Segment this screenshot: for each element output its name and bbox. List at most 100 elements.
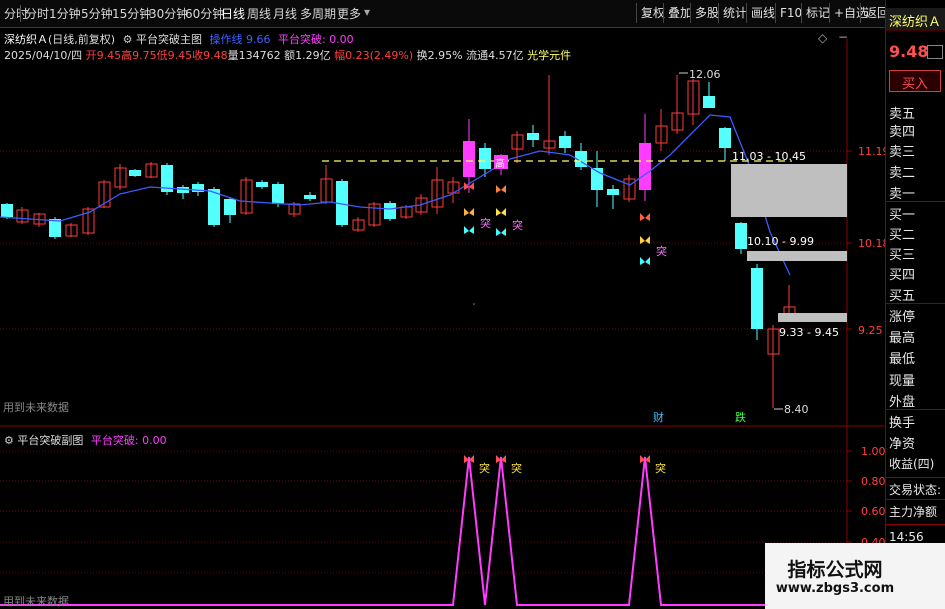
- buy-button[interactable]: 买入: [889, 70, 941, 92]
- tab-1min-label[interactable]: 1分钟: [49, 5, 81, 22]
- tab-30min[interactable]: 30分钟: [149, 5, 188, 22]
- future-data-note: 用到未来数据: [3, 595, 69, 608]
- tab-more[interactable]: 更多: [337, 5, 361, 22]
- side-row-low: 最低: [889, 352, 916, 367]
- side-time: 14:56: [889, 530, 924, 544]
- quote-date: 2025/04/10/四: [4, 49, 83, 62]
- candle-body: [304, 195, 316, 199]
- change-value: 0.23(2.49%): [345, 49, 414, 62]
- trigger-line-label: 操作线: [209, 33, 243, 46]
- y-tick-label: 9.25: [858, 324, 883, 337]
- candlestick-chart[interactable]: 11.19 10.18 9.25 11.03 - 10.45 10.10 - 9.99 9…: [0, 27, 885, 427]
- side-price: 9.48: [889, 42, 929, 61]
- low-price-label: 8.40: [784, 403, 809, 416]
- candle-body: [751, 268, 763, 329]
- candle-body: [639, 143, 651, 190]
- sub-signal-label: 突: [479, 461, 490, 475]
- side-divider: [886, 201, 945, 202]
- tab-monthly[interactable]: 月线: [273, 5, 297, 22]
- indicator-name[interactable]: 平台突破主图: [136, 33, 202, 46]
- high-price-label: 12.06: [689, 68, 721, 81]
- butterfly-signal-icon: [464, 208, 474, 216]
- tab-5min[interactable]: 5分钟: [81, 5, 113, 22]
- watermark-title: 指标公式网: [787, 559, 883, 581]
- side-row-earnings: 收益(四): [889, 457, 935, 471]
- zone-middle-label: 10.10 - 9.99: [747, 235, 814, 248]
- candle-body: [384, 203, 396, 219]
- volume-label: 量: [227, 49, 239, 62]
- sub-y-tick-label: 0.80: [861, 475, 885, 488]
- tab-daily[interactable]: 日线: [221, 5, 245, 22]
- side-row-sell4: 卖四: [889, 125, 916, 140]
- tab-60min[interactable]: 60分钟: [185, 5, 224, 22]
- watermark-badge: 指标公式网 www.zbgs3.com: [765, 543, 945, 609]
- settings-gear-icon[interactable]: ⚙: [123, 33, 133, 46]
- sub-chart-title[interactable]: 平台突破副图: [17, 434, 83, 447]
- side-row-buy1: 买一: [889, 208, 916, 223]
- chevron-down-icon[interactable]: ▾: [364, 5, 370, 19]
- main-chart-panel[interactable]: 11.19 10.18 9.25 11.03 - 10.45 10.10 - 9.99 9…: [0, 27, 885, 427]
- y-tick-label: 10.18: [858, 237, 885, 250]
- side-row-buy4: 买四: [889, 268, 916, 283]
- side-divider: [886, 499, 945, 500]
- side-divider: [886, 477, 945, 478]
- turnover-label: 换: [416, 49, 428, 62]
- tab-1min[interactable]: 分时: [25, 5, 49, 22]
- butterfly-signal-icon: [464, 226, 474, 234]
- finance-marker: 财: [653, 410, 664, 424]
- breakout-signal-line: [0, 456, 847, 606]
- side-row-current-volume: 现量: [889, 374, 916, 389]
- candle-body: [607, 189, 619, 195]
- side-row-sell1: 卖一: [889, 187, 916, 202]
- future-data-note: 用到未来数据: [3, 401, 69, 414]
- amount-label: 额: [284, 49, 296, 62]
- side-row-sell5: 卖五: [889, 107, 916, 122]
- side-divider: [886, 409, 945, 410]
- price-zone-upper: [731, 164, 847, 217]
- candle-body: [703, 96, 715, 108]
- trigger-line-value: 9.66: [245, 33, 271, 46]
- candle-body: [463, 141, 475, 177]
- candle-body: [559, 136, 571, 148]
- butterfly-signal-icon: [640, 213, 650, 221]
- sub-chart-panel[interactable]: 1.000.800.600.400.20突突突 ⚙ 平台突破副图 平台突破: 0…: [0, 427, 885, 609]
- side-row-high: 最高: [889, 331, 916, 346]
- side-divider: [886, 524, 945, 525]
- side-stock-name: 深纺织Ａ: [889, 15, 942, 30]
- quote-side-panel: 深纺织Ａ 9.48 买入 卖五 卖四 卖三 卖二 卖一 买一 买二 买三 买四 …: [885, 0, 945, 609]
- high-label: 高: [121, 49, 133, 62]
- tab-multi-period[interactable]: 多周期: [300, 5, 336, 22]
- expand-icon[interactable]: [927, 45, 943, 59]
- fall-marker: 跌: [735, 410, 746, 424]
- settings-gear-icon[interactable]: ⚙: [4, 434, 14, 447]
- diamond-icon[interactable]: ◇: [818, 31, 827, 45]
- watermark-url: www.zbgs3.com: [775, 581, 895, 596]
- period-info: (日线,前复权): [48, 33, 116, 46]
- breakout-indicator-chart[interactable]: 1.000.800.600.400.20突突突: [0, 427, 885, 609]
- low-value: 9.45: [167, 49, 193, 62]
- price-zone-middle: [747, 251, 847, 261]
- candle-body: [479, 148, 491, 169]
- zone-lower-label: 9.33 - 9.45: [779, 326, 839, 339]
- zone-upper-label: 11.03 - 10.45: [732, 150, 806, 163]
- sub-chart-header: ⚙ 平台突破副图 平台突破: 0.00: [4, 432, 167, 448]
- side-divider: [886, 303, 945, 304]
- low-label: 低: [156, 49, 168, 62]
- side-row-net-assets: 净资: [889, 437, 916, 452]
- side-row-buy5: 买五: [889, 289, 916, 304]
- side-row-turnover: 换手: [889, 416, 916, 431]
- change-label: 幅: [334, 49, 346, 62]
- sub-y-tick-label: 1.00: [861, 445, 885, 458]
- breakout-label: 平台突破:: [277, 33, 326, 46]
- tab-weekly[interactable]: 周线: [247, 5, 271, 22]
- high-value: 9.75: [132, 49, 157, 62]
- candle-body: [272, 184, 284, 204]
- candle-body: [256, 182, 268, 187]
- tab-15min[interactable]: 15分钟: [112, 5, 151, 22]
- close-label: 收: [192, 49, 204, 62]
- signal-label: 突: [656, 244, 667, 258]
- open-value: 9.45: [96, 49, 122, 62]
- turnover-value: 2.95%: [427, 49, 463, 62]
- minimize-icon[interactable]: −: [838, 30, 848, 44]
- candle-body: [527, 133, 539, 140]
